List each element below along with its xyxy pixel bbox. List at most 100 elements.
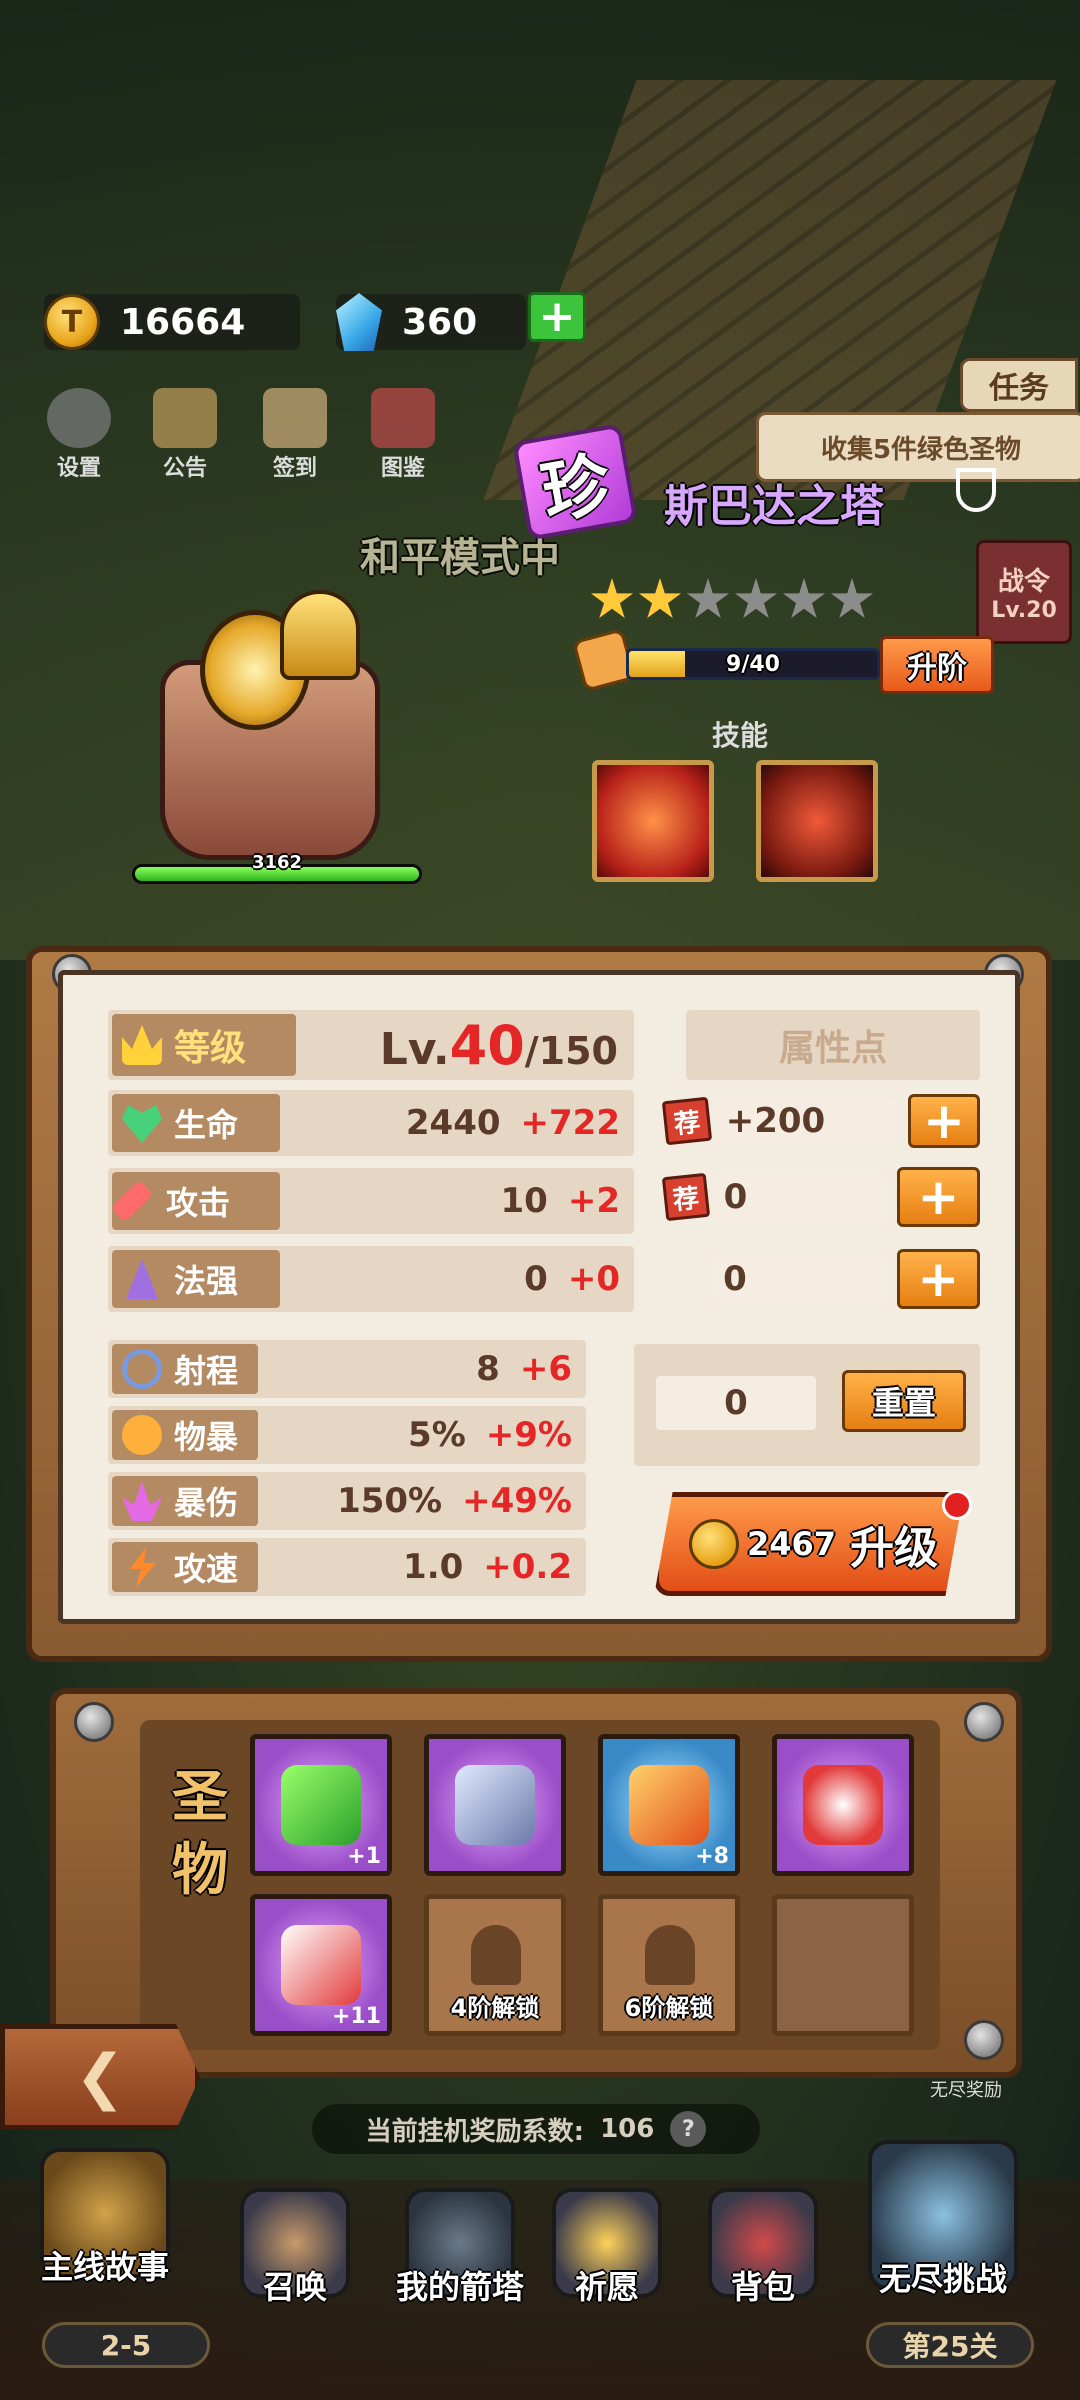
relic-slot[interactable]: +1: [250, 1734, 392, 1876]
keyhole-icon: [645, 1925, 695, 1985]
stat-value: 150% +49%: [258, 1481, 586, 1521]
stat-label-box: 射程: [112, 1344, 258, 1394]
nav-summon[interactable]: 召唤: [240, 2188, 350, 2308]
nail-icon: [964, 1702, 1004, 1742]
gold-counter: T 16664: [44, 294, 300, 350]
relic-title: 圣 物: [160, 1762, 240, 1908]
stat-label-box: 暴伤: [112, 1476, 258, 1526]
crosshair-icon: [122, 1349, 162, 1389]
stat-label: 法强: [174, 1262, 239, 1300]
help-icon[interactable]: ?: [670, 2111, 707, 2147]
skills-heading: 技能: [711, 719, 768, 752]
stat-bonus: +49%: [462, 1481, 572, 1521]
stat-base: 5%: [408, 1415, 466, 1455]
tier-up-button[interactable]: 升阶: [880, 636, 994, 694]
free-points-value: 0: [656, 1376, 816, 1430]
relic-count: +8: [695, 1844, 729, 1869]
relic-slot[interactable]: +8: [598, 1734, 740, 1876]
stat-base: 0: [524, 1259, 548, 1299]
nail-icon: [74, 1702, 114, 1742]
stat-value: 0 +0: [280, 1259, 634, 1299]
upgrade-label: 升级: [850, 1523, 939, 1574]
level-current: 40: [449, 1013, 525, 1077]
star-icon: [638, 578, 682, 619]
nav-my-tower[interactable]: 我的箭塔: [396, 2188, 524, 2308]
nav-main-story[interactable]: 主线故事: [40, 2148, 170, 2288]
sign-in-icon: [263, 388, 327, 448]
unlock-requirement: 4阶解锁: [450, 1994, 540, 2022]
idle-reward-label: 当前挂机奖励系数:: [365, 2116, 585, 2147]
relic-slot[interactable]: +11: [250, 1894, 392, 2036]
story-stage-pill: 2-5: [42, 2322, 210, 2368]
relic-slot[interactable]: [772, 1734, 914, 1876]
stat-bonus: +0.2: [483, 1547, 572, 1587]
crit-icon: [122, 1415, 162, 1455]
add-attribute-button[interactable]: +: [907, 1094, 981, 1148]
relic-count: +1: [347, 1844, 381, 1869]
star-icon: [686, 578, 730, 619]
nav-wish[interactable]: 祈愿: [552, 2188, 662, 2308]
stat-base: 2440: [405, 1103, 501, 1143]
settings-label: 设置: [56, 456, 101, 481]
nail-icon: [964, 2020, 1004, 2060]
nav-label: 背包: [730, 2268, 795, 2306]
stat-row-crit-damage: 暴伤 150% +49%: [108, 1472, 586, 1530]
endless-reward-tag: 无尽奖励: [930, 2080, 1002, 2101]
relic-slot-locked[interactable]: 4阶解锁: [424, 1894, 566, 2036]
idle-reward-value: 106: [600, 2114, 655, 2144]
star-icon: [830, 578, 874, 619]
flask-icon: [956, 468, 996, 512]
nav-label: 我的箭塔: [396, 2268, 525, 2306]
settings-button[interactable]: 设置: [34, 388, 124, 488]
stat-value: 8 +6: [258, 1349, 586, 1389]
add-attribute-button[interactable]: +: [896, 1167, 980, 1227]
diamond-icon: [336, 293, 382, 351]
back-button[interactable]: ❮: [0, 2024, 200, 2130]
nav-backpack[interactable]: 背包: [708, 2188, 818, 2308]
stat-label-box: 法强: [112, 1250, 280, 1308]
sign-in-button[interactable]: 签到: [250, 388, 340, 488]
stat-bonus: +2: [567, 1181, 620, 1221]
notice-label: 公告: [162, 456, 207, 481]
codex-button[interactable]: 图鉴: [358, 388, 448, 488]
quest-tab[interactable]: 任务: [960, 358, 1078, 412]
star-icon: [782, 578, 826, 619]
nav-label: 祈愿: [574, 2268, 639, 2306]
idle-reward-bar: 当前挂机奖励系数: 106 ?: [312, 2104, 760, 2154]
level-upgrade-button[interactable]: 2467 升级: [654, 1492, 964, 1596]
stat-row-crit: 物暴 5% +9%: [108, 1406, 586, 1464]
gem-counter: 360: [336, 293, 526, 351]
recommended-badge: 荐: [661, 1172, 710, 1222]
heart-icon: [122, 1105, 162, 1143]
relic-slot[interactable]: [424, 1734, 566, 1876]
nav-endless-challenge[interactable]: 无尽挑战: [868, 2140, 1018, 2300]
battle-pass-level: Lv.20: [991, 598, 1057, 623]
lightning-icon: [130, 1547, 156, 1587]
stat-base: 1.0: [403, 1547, 464, 1587]
attribute-points-heading: 属性点: [686, 1010, 980, 1080]
add-attribute-button[interactable]: +: [896, 1249, 980, 1309]
attribute-value: +200: [715, 1097, 896, 1145]
notice-button[interactable]: 公告: [140, 388, 230, 488]
stat-bonus: +9%: [485, 1415, 572, 1455]
chain-icon: [455, 1765, 535, 1845]
relic-title-line: 物: [172, 1837, 228, 1903]
buy-gems-button[interactable]: +: [528, 292, 586, 342]
crown-icon: [122, 1025, 162, 1065]
reset-button[interactable]: 重置: [842, 1370, 966, 1432]
level-prefix: Lv.: [379, 1023, 450, 1075]
gear-icon: [47, 388, 111, 448]
arrow-left-icon: ❮: [74, 2042, 126, 2112]
stat-base: 10: [500, 1181, 548, 1221]
rocket-icon: [281, 1925, 361, 2005]
stat-row-magic: 法强 0 +0: [108, 1246, 634, 1312]
wizard-hat-icon: [126, 1259, 158, 1299]
skill-warrior-icon[interactable]: [756, 760, 878, 882]
unlock-requirement: 6阶解锁: [624, 1994, 714, 2022]
level-row: 等级 Lv.40/150: [108, 1010, 634, 1080]
battle-pass-button[interactable]: 战令 Lv.20: [976, 540, 1072, 644]
skill-axe-icon[interactable]: [592, 760, 714, 882]
stat-row-range: 射程 8 +6: [108, 1340, 586, 1398]
spartan-helmet-icon: [280, 590, 360, 680]
relic-slot-locked[interactable]: 6阶解锁: [598, 1894, 740, 2036]
